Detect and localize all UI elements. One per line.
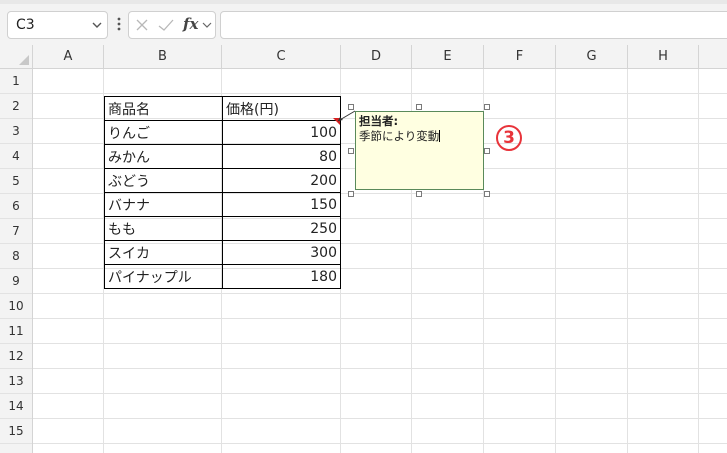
column-header-a[interactable]: A [33,45,104,68]
cell-price[interactable]: 300 [222,240,341,265]
cell-product[interactable]: バナナ [104,192,223,217]
column-header-h[interactable]: H [628,45,699,68]
gridline [33,418,727,419]
row-header-8[interactable]: 8 [0,244,32,269]
gridline [33,443,727,444]
gridline [33,93,727,94]
row-header-9[interactable]: 9 [0,269,32,294]
cancel-icon[interactable] [135,18,149,32]
text-cursor [439,130,441,142]
row-header-10[interactable]: 10 [0,294,32,319]
comment-text-line: 季節により変動 [359,129,480,144]
resize-handle-left[interactable] [348,148,354,154]
row-header-1[interactable]: 1 [0,69,32,94]
row-headers: 1 2 3 4 5 6 7 8 9 10 11 12 13 14 15 [0,69,33,453]
cell-price[interactable]: 250 [222,216,341,241]
row-header-15[interactable]: 15 [0,419,32,444]
enter-icon[interactable] [158,18,174,32]
resize-handle-bottom-right[interactable] [484,191,490,197]
resize-handle-bottom-left[interactable] [348,191,354,197]
column-header-b[interactable]: B [104,45,222,68]
gridline [33,343,727,344]
row-header-11[interactable]: 11 [0,319,32,344]
step-number-badge: 3 [496,125,522,151]
row-header-7[interactable]: 7 [0,219,32,244]
cell-price[interactable]: 150 [222,192,341,217]
row-header-2[interactable]: 2 [0,94,32,119]
column-headers: A B C D E F G H [33,45,727,69]
cell-product[interactable]: スイカ [104,240,223,265]
table-row: スイカ 300 [104,240,341,265]
row-header-13[interactable]: 13 [0,369,32,394]
more-options-icon[interactable] [114,14,124,34]
column-header-e[interactable]: E [412,45,484,68]
column-header-d[interactable]: D [341,45,412,68]
table-header-row: 商品名 価格(円) [104,96,341,121]
row-header-4[interactable]: 4 [0,144,32,169]
gridline [33,293,727,294]
cell-price[interactable]: 80 [222,144,341,169]
gridline [33,368,727,369]
row-header-12[interactable]: 12 [0,344,32,369]
resize-handle-right[interactable] [484,148,490,154]
select-all-triangle-icon [19,55,29,65]
column-header-f[interactable]: F [484,45,556,68]
price-table: 商品名 価格(円) りんご 100 みかん 80 ぶどう 200 バナナ 150… [104,96,341,289]
cell-product[interactable]: ぶどう [104,168,223,193]
insert-function-icon[interactable]: fx [183,15,198,33]
resize-handle-top-right[interactable] [484,104,490,110]
table-row: みかん 80 [104,144,341,169]
chevron-down-icon[interactable] [91,18,103,32]
gridline [555,69,556,453]
cell-price[interactable]: 200 [222,168,341,193]
column-header-g[interactable]: G [556,45,628,68]
resize-handle-top[interactable] [416,104,422,110]
formula-bar: C3 fx [0,0,727,45]
gridline [33,318,727,319]
header-cell-product[interactable]: 商品名 [104,96,223,121]
ribbon-edge [0,0,727,4]
name-box[interactable]: C3 [7,11,108,39]
table-row: バナナ 150 [104,192,341,217]
row-header-14[interactable]: 14 [0,394,32,419]
row-header-3[interactable]: 3 [0,119,32,144]
table-row: りんご 100 [104,120,341,145]
chevron-down-icon[interactable] [202,20,212,30]
cell-product[interactable]: みかん [104,144,223,169]
resize-handle-bottom[interactable] [416,191,422,197]
column-header-c[interactable]: C [222,45,341,68]
table-row: パイナップル 180 [104,264,341,289]
cell-product[interactable]: もも [104,216,223,241]
formula-buttons: fx [128,11,216,39]
name-box-value: C3 [16,17,35,33]
cell-product[interactable]: パイナップル [104,264,223,289]
cell-price[interactable]: 180 [222,264,341,289]
table-row: ぶどう 200 [104,168,341,193]
table-row: もも 250 [104,216,341,241]
gridline [627,69,628,453]
cell-price[interactable]: 100 [222,120,341,145]
formula-input[interactable] [220,11,727,39]
comment-text: 季節により変動 [359,129,440,143]
comment-note[interactable]: 担当者: 季節により変動 [355,111,484,190]
gridline [33,393,727,394]
cell-product[interactable]: りんご [104,120,223,145]
row-header-6[interactable]: 6 [0,194,32,219]
gridline [698,69,699,453]
comment-author: 担当者: [359,114,399,128]
resize-handle-top-left[interactable] [348,104,354,110]
row-header-5[interactable]: 5 [0,169,32,194]
header-cell-price[interactable]: 価格(円) [222,96,341,121]
